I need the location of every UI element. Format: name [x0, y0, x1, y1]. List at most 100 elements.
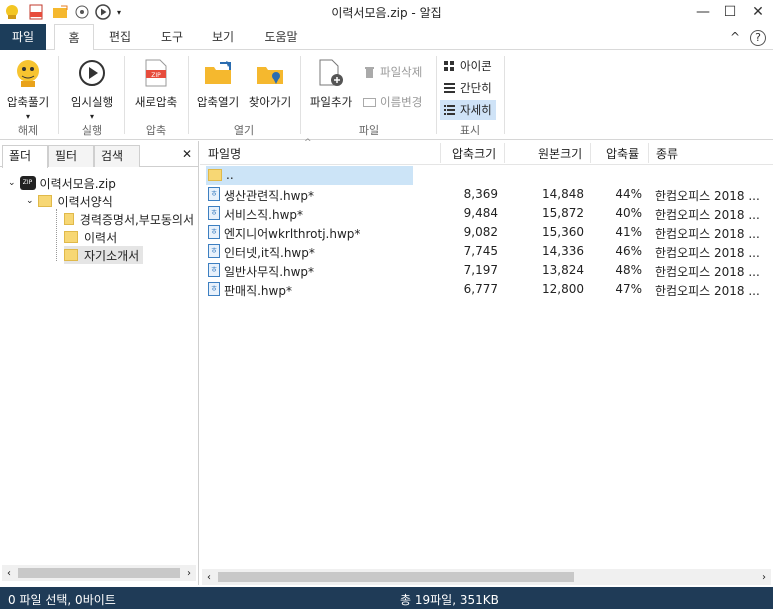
sort-up-icon: ^	[304, 138, 312, 148]
hwp-file-icon: ㅎ	[208, 206, 220, 220]
table-row[interactable]: ㅎ 엔지니어wkrlthrotj.hwp* 9,082 15,360 41% 한…	[206, 223, 766, 242]
scroll-thumb[interactable]	[218, 572, 574, 582]
total-status: 총 19파일, 351KB	[400, 593, 499, 607]
table-row[interactable]: ㅎ 서비스직.hwp* 9,484 15,872 40% 한컴오피스 2018 …	[206, 204, 766, 223]
column-ratio[interactable]: 압축률	[606, 145, 639, 162]
group-label-view: 표시	[459, 124, 481, 137]
table-row[interactable]: ㅎ 인터넷,it직.hwp* 7,745 14,336 46% 한컴오피스 20…	[206, 242, 766, 261]
chevron-down-icon: ⌄	[8, 178, 16, 188]
table-row[interactable]: ㅎ 판매직.hwp* 6,777 12,800 47% 한컴오피스 2018 .…	[206, 280, 766, 299]
table-row[interactable]: ㅎ 생산관련직.hwp* 8,369 14,848 44% 한컴오피스 2018…	[206, 185, 766, 204]
chevron-down-icon: ▾	[25, 112, 30, 121]
tab-tools[interactable]: 도구	[152, 24, 192, 50]
tab-home[interactable]: 홈	[54, 24, 94, 51]
ribbon-tabs: 파일 홈 편집 도구 보기 도움말 ^ ?	[0, 24, 773, 51]
tree-item-subfolder[interactable]: 이력서	[64, 228, 117, 246]
chevron-right-icon[interactable]: ›	[182, 568, 196, 579]
hwp-file-icon: ㅎ	[208, 282, 220, 296]
rename-button[interactable]: 이름변경	[362, 94, 422, 110]
column-divider[interactable]	[440, 143, 441, 163]
detail-list-icon	[442, 104, 456, 116]
list-icon	[442, 82, 456, 94]
folder-pin-icon	[254, 56, 286, 90]
horizontal-scrollbar[interactable]: ‹ ›	[2, 565, 196, 581]
column-divider[interactable]	[504, 143, 505, 163]
column-compressed-size[interactable]: 압축크기	[452, 145, 496, 162]
table-row[interactable]: ㅎ 일반사무직.hwp* 7,197 13,824 48% 한컴오피스 2018…	[206, 261, 766, 280]
tree-item-subfolder[interactable]: 경력증명서,부모동의서	[64, 210, 194, 228]
hwp-file-icon: ㅎ	[208, 225, 220, 239]
folder-panel: 폴더 필터 검색 ✕ ⌄ ZIP 이력서모음.zip ⌄ 이력서양식 경력증명서…	[0, 141, 199, 585]
divider	[58, 56, 59, 134]
chevron-right-icon[interactable]: ›	[757, 572, 771, 583]
temp-run-button[interactable]: 임시실행 ▾	[64, 56, 120, 121]
chevron-left-icon[interactable]: ‹	[2, 568, 16, 579]
view-icon-button[interactable]: 아이콘	[442, 58, 492, 74]
divider	[436, 56, 437, 134]
tab-help[interactable]: 도움말	[257, 24, 305, 50]
divider	[188, 56, 189, 134]
column-original-size[interactable]: 원본크기	[538, 145, 582, 162]
folder-open-icon	[202, 56, 234, 90]
open-zip-button[interactable]: 압축열기	[192, 56, 244, 110]
tab-folder[interactable]: 폴더	[2, 145, 48, 168]
view-detail-button[interactable]: 자세히	[440, 100, 496, 120]
find-location-button[interactable]: 찾아가기	[244, 56, 296, 110]
tab-search[interactable]: 검색	[94, 145, 140, 167]
extract-button[interactable]: 압축풀기 ▾	[4, 56, 52, 121]
column-name[interactable]: 파일명	[208, 145, 241, 162]
folder-icon	[64, 213, 74, 225]
grid-icon	[442, 60, 456, 72]
file-list: 파일명 ^ 압축크기 원본크기 압축률 종류 .. ㅎ 생산관련직.hwp* 8…	[200, 138, 773, 585]
tree-item-subfolder-selected[interactable]: 자기소개서	[64, 246, 144, 264]
divider	[124, 56, 125, 134]
hwp-file-icon: ㅎ	[208, 244, 220, 258]
divider	[504, 56, 505, 134]
extract-icon	[12, 56, 44, 90]
minimize-button[interactable]: —	[688, 0, 718, 24]
chevron-left-icon[interactable]: ‹	[202, 572, 216, 583]
horizontal-scrollbar[interactable]: ‹ ›	[202, 569, 771, 585]
rename-icon	[362, 96, 376, 108]
window-title: 이력서모음.zip - 알집	[331, 6, 442, 20]
group-label-extract: 해제	[17, 124, 39, 137]
new-zip-icon: ZIP	[140, 56, 172, 90]
delete-file-button[interactable]: 파일삭제	[362, 64, 422, 80]
divider	[300, 56, 301, 134]
add-file-button[interactable]: 파일추가	[304, 56, 358, 110]
column-type[interactable]: 종류	[656, 145, 678, 162]
folder-icon	[64, 249, 78, 261]
maximize-button[interactable]: ☐	[715, 0, 745, 24]
group-label-open: 열기	[233, 124, 255, 137]
group-label-run: 실행	[81, 124, 103, 137]
column-divider[interactable]	[648, 143, 649, 163]
tab-filter[interactable]: 필터	[48, 145, 94, 167]
close-button[interactable]: ✕	[743, 0, 773, 24]
tab-file[interactable]: 파일	[0, 24, 46, 50]
tab-edit[interactable]: 편집	[100, 24, 140, 50]
scroll-thumb[interactable]	[18, 568, 180, 578]
chevron-down-icon: ⌄	[26, 196, 34, 206]
column-header: 파일명 ^ 압축크기 원본크기 압축률 종류	[200, 138, 773, 165]
zip-archive-icon: ZIP	[19, 176, 36, 190]
tab-view[interactable]: 보기	[203, 24, 243, 50]
help-icon[interactable]: ?	[748, 24, 768, 50]
selection-status: 0 파일 선택, 0바이트	[8, 593, 116, 607]
hwp-file-icon: ㅎ	[208, 187, 220, 201]
tree-item-zip[interactable]: ⌄ ZIP 이력서모음.zip	[8, 174, 116, 192]
svg-text:ZIP: ZIP	[151, 72, 161, 79]
table-row[interactable]: ..	[206, 166, 413, 185]
new-zip-button[interactable]: ZIP 새로압축	[128, 56, 184, 110]
add-file-icon	[315, 56, 347, 90]
play-icon	[76, 56, 108, 90]
hwp-file-icon: ㅎ	[208, 263, 220, 277]
panel-tabs: 폴더 필터 검색 ✕	[0, 145, 199, 168]
folder-icon	[208, 169, 222, 181]
title-bar: ▾ 이력서모음.zip - 알집 — ☐ ✕	[0, 0, 773, 24]
collapse-ribbon-icon[interactable]: ^	[728, 24, 742, 50]
view-simple-button[interactable]: 간단히	[442, 80, 492, 96]
column-divider[interactable]	[590, 143, 591, 163]
close-icon[interactable]: ✕	[182, 147, 192, 161]
tree-item-folder[interactable]: ⌄ 이력서양식	[26, 192, 113, 210]
trash-icon	[362, 66, 376, 78]
